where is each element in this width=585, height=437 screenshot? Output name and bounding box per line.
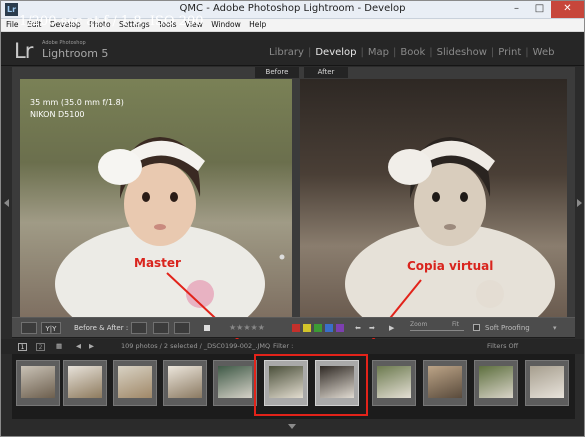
filmstrip-thumbnail[interactable] xyxy=(474,360,518,406)
next-photo-icon[interactable]: ➡ xyxy=(369,322,375,334)
filmstrip-thumbnail[interactable] xyxy=(16,360,60,406)
back-arrow-icon[interactable]: ◀ xyxy=(76,339,81,354)
swap-before-after-button[interactable] xyxy=(174,322,190,334)
page-2-button[interactable]: 2 xyxy=(36,343,45,351)
selection-highlight-annotation xyxy=(254,354,368,416)
before-after-label: Before & After : xyxy=(74,324,129,332)
label-green-chip[interactable] xyxy=(314,324,322,332)
copy-after-to-before-button[interactable] xyxy=(153,322,169,334)
label-yellow-chip[interactable] xyxy=(303,324,311,332)
filmstrip-thumbnail[interactable] xyxy=(423,360,467,406)
filmstrip-thumbnail[interactable] xyxy=(113,360,157,406)
soft-proofing-checkbox[interactable] xyxy=(473,324,480,331)
filter-label: Filter : xyxy=(273,342,294,350)
filmstrip-bar: 1 2 ▦ ◀ ▶ 109 photos / 2 selected / _DSC… xyxy=(1,339,584,354)
copy-before-to-after-button[interactable] xyxy=(131,322,147,334)
filmstrip-thumbnail[interactable] xyxy=(63,360,107,406)
filmstrip-thumbnail[interactable] xyxy=(213,360,257,406)
page-1-button[interactable]: 1 xyxy=(18,343,27,351)
lightroom-window: Lr QMC - Adobe Photoshop Lightroom - Dev… xyxy=(0,0,585,437)
label-purple-chip[interactable] xyxy=(336,324,344,332)
filmstrip-status: 109 photos / 2 selected / _DSC0199-002_.… xyxy=(121,342,271,350)
develop-toolbar: Y|Y Before & After : ★★★★★ ⬅ ➡ ▶ Zoom Fi… xyxy=(12,317,575,338)
label-red-chip[interactable] xyxy=(292,324,300,332)
toolbar-menu-chevron-down-icon[interactable]: ▾ xyxy=(553,322,557,334)
rating-stars[interactable]: ★★★★★ xyxy=(229,322,265,334)
loupe-view-button[interactable] xyxy=(21,322,37,334)
soft-proofing-label: Soft Proofing xyxy=(485,324,530,332)
grid-view-icon[interactable]: ▦ xyxy=(56,339,62,354)
filmstrip-thumbnail[interactable] xyxy=(163,360,207,406)
before-after-view-button[interactable]: Y|Y xyxy=(41,322,61,334)
filters-off-dropdown[interactable]: Filters Off xyxy=(487,339,518,354)
virtual-copy-annotation: Copia virtual xyxy=(407,259,494,273)
play-slideshow-icon[interactable]: ▶ xyxy=(389,322,394,334)
previous-photo-icon[interactable]: ⬅ xyxy=(355,322,361,334)
forward-arrow-icon[interactable]: ▶ xyxy=(89,339,94,354)
label-blue-chip[interactable] xyxy=(325,324,333,332)
filmstrip-thumbnail[interactable] xyxy=(525,360,569,406)
flag-icon[interactable] xyxy=(204,325,210,331)
filmstrip-thumbnail[interactable] xyxy=(372,360,416,406)
zoom-slider[interactable] xyxy=(410,330,464,331)
master-annotation: Master xyxy=(134,256,181,270)
